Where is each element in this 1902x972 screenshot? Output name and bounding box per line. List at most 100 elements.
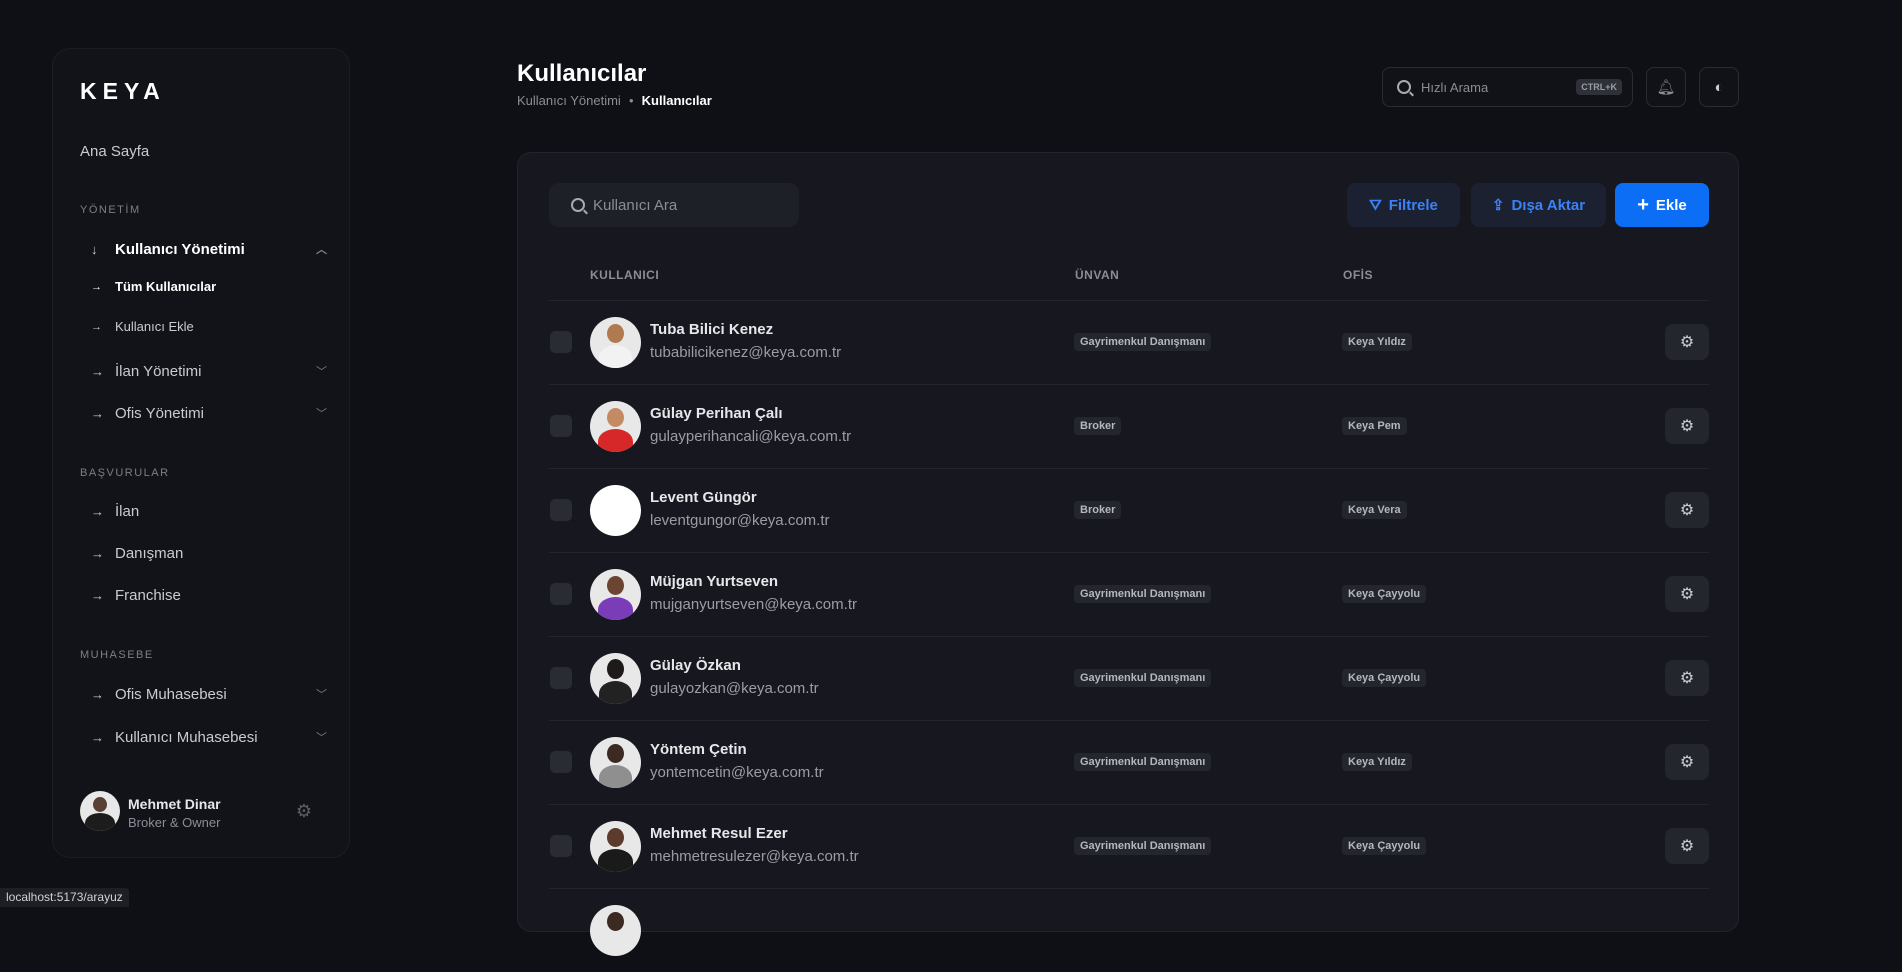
gear-icon: ⚙ bbox=[1679, 334, 1695, 351]
row-settings-button[interactable]: ⚙ bbox=[1665, 828, 1709, 864]
avatar bbox=[590, 737, 641, 788]
section-yonetim: YÖNETİM bbox=[80, 204, 141, 216]
row-settings-button[interactable]: ⚙ bbox=[1665, 492, 1709, 528]
sidebar-item-listing[interactable]: → İlan bbox=[91, 500, 331, 522]
sidebar-item-label: Ofis Muhasebesi bbox=[115, 685, 227, 703]
avatar bbox=[590, 485, 641, 536]
gear-icon: ⚙ bbox=[1679, 670, 1695, 687]
column-header-office[interactable]: OFİS bbox=[1343, 268, 1373, 282]
title-badge: Gayrimenkul Danışmanı bbox=[1074, 669, 1212, 687]
sidebar-item-add-user[interactable]: → Kullanıcı Ekle bbox=[91, 319, 194, 334]
filter-icon: ⛛ bbox=[1369, 196, 1382, 214]
theme-toggle-button[interactable]: ◐ bbox=[1699, 67, 1739, 107]
title-badge: Gayrimenkul Danışmanı bbox=[1074, 333, 1212, 351]
breadcrumb-parent[interactable]: Kullanıcı Yönetimi bbox=[517, 93, 621, 108]
office-badge: Keya Çayyolu bbox=[1342, 585, 1427, 603]
row-checkbox[interactable] bbox=[550, 751, 572, 773]
table-row[interactable]: Levent Güngör leventgungor@keya.com.tr B… bbox=[549, 468, 1709, 552]
table-row[interactable]: Gülay Özkan gulayozkan@keya.com.tr Gayri… bbox=[549, 636, 1709, 720]
row-checkbox[interactable] bbox=[550, 331, 572, 353]
chevron-down-icon: ﹀ bbox=[316, 689, 327, 701]
table-row[interactable]: Müjgan Yurtseven mujganyurtseven@keya.co… bbox=[549, 552, 1709, 636]
row-settings-button[interactable]: ⚙ bbox=[1665, 408, 1709, 444]
title-badge: Gayrimenkul Danışmanı bbox=[1074, 753, 1212, 771]
sidebar-item-label: Kullanıcı Ekle bbox=[115, 319, 194, 334]
row-settings-button[interactable]: ⚙ bbox=[1665, 324, 1709, 360]
users-card: Kullanıcı Ara ⛛ Filtrele ⇪ Dışa Aktar + … bbox=[517, 152, 1739, 956]
section-muhasebe: MUHASEBE bbox=[80, 649, 154, 661]
user-email: tubabilicikenez@keya.com.tr bbox=[650, 344, 842, 361]
sidebar-item-label: Kullanıcı Muhasebesi bbox=[115, 728, 258, 746]
office-badge: Keya Çayyolu bbox=[1342, 669, 1427, 687]
avatar bbox=[590, 653, 641, 704]
row-settings-button[interactable]: ⚙ bbox=[1665, 576, 1709, 612]
breadcrumb: Kullanıcı Yönetimi ● Kullanıcılar bbox=[517, 93, 712, 108]
quick-search-placeholder: Hızlı Arama bbox=[1421, 79, 1489, 95]
arrow-right-icon: → bbox=[91, 280, 102, 293]
sidebar-item-franchise[interactable]: → Franchise bbox=[91, 584, 331, 606]
sidebar-item-office-management[interactable]: → Ofis Yönetimi ﹀ bbox=[91, 402, 331, 424]
sidebar-item-consultant[interactable]: → Danışman bbox=[91, 542, 331, 564]
sidebar-item-home[interactable]: Ana Sayfa bbox=[80, 143, 149, 160]
export-label: Dışa Aktar bbox=[1511, 196, 1586, 214]
row-checkbox[interactable] bbox=[550, 583, 572, 605]
arrow-right-icon: → bbox=[91, 363, 104, 379]
add-button[interactable]: + Ekle bbox=[1615, 183, 1709, 227]
sidebar-item-all-users[interactable]: → Tüm Kullanıcılar bbox=[91, 279, 216, 294]
export-icon: ⇪ bbox=[1491, 197, 1505, 214]
row-checkbox[interactable] bbox=[550, 667, 572, 689]
sidebar-item-user-management[interactable]: ↓ Kullanıcı Yönetimi ︿ bbox=[91, 238, 331, 260]
table-row[interactable]: Gülay Perihan Çalı gulayperihancali@keya… bbox=[549, 384, 1709, 468]
office-badge: Keya Pem bbox=[1342, 417, 1407, 435]
shortcut-badge: CTRL+K bbox=[1576, 79, 1622, 95]
user-name: Mehmet Resul Ezer bbox=[650, 825, 788, 842]
row-checkbox[interactable] bbox=[550, 499, 572, 521]
user-email: mehmetresulezer@keya.com.tr bbox=[650, 848, 859, 865]
sidebar-item-listing-management[interactable]: → İlan Yönetimi ﹀ bbox=[91, 360, 331, 382]
brand-logo[interactable]: KEYA bbox=[80, 78, 166, 105]
search-icon bbox=[1397, 80, 1411, 94]
user-name: Tuba Bilici Kenez bbox=[650, 321, 774, 338]
gear-icon: ⚙ bbox=[1679, 418, 1695, 435]
filter-button[interactable]: ⛛ Filtrele bbox=[1347, 183, 1460, 227]
sidebar-item-label: İlan bbox=[115, 502, 140, 520]
user-search-input[interactable]: Kullanıcı Ara bbox=[549, 183, 799, 227]
row-checkbox[interactable] bbox=[550, 415, 572, 437]
table-row[interactable]: Yöntem Çetin yontemcetin@keya.com.tr Gay… bbox=[549, 720, 1709, 804]
gear-icon: ⚙ bbox=[1679, 502, 1695, 519]
office-badge: Keya Yıldız bbox=[1342, 753, 1412, 771]
plus-icon: + bbox=[1637, 193, 1649, 216]
table-row[interactable]: Mehmet Resul Ezer mehmetresulezer@keya.c… bbox=[549, 804, 1709, 888]
row-settings-button[interactable]: ⚙ bbox=[1665, 660, 1709, 696]
user-name: Gülay Perihan Çalı bbox=[650, 405, 783, 422]
table-row[interactable]: Tuba Bilici Kenez tubabilicikenez@keya.c… bbox=[549, 300, 1709, 384]
gear-icon: ⚙ bbox=[1679, 754, 1695, 771]
sidebar-item-user-accounting[interactable]: → Kullanıcı Muhasebesi ﹀ bbox=[91, 726, 331, 748]
user-profile[interactable]: Mehmet Dinar Broker & Owner ⚙ bbox=[80, 791, 330, 831]
user-name: Levent Güngör bbox=[650, 489, 757, 506]
chevron-down-icon: ﹀ bbox=[316, 366, 327, 378]
export-button[interactable]: ⇪ Dışa Aktar bbox=[1471, 183, 1606, 227]
settings-gear-icon[interactable]: ⚙ bbox=[296, 801, 312, 822]
user-email: gulayperihancali@keya.com.tr bbox=[650, 428, 852, 445]
user-email: mujganyurtseven@keya.com.tr bbox=[650, 596, 857, 613]
table-row[interactable] bbox=[549, 888, 1709, 972]
column-header-user[interactable]: KULLANICI bbox=[590, 268, 659, 282]
arrow-right-icon: → bbox=[91, 686, 104, 702]
column-header-title[interactable]: ÜNVAN bbox=[1075, 268, 1119, 282]
arrow-right-icon: → bbox=[91, 320, 102, 333]
notification-button[interactable]: 🔔︎ bbox=[1646, 67, 1686, 107]
quick-search-input[interactable]: Hızlı Arama CTRL+K bbox=[1382, 67, 1633, 107]
row-checkbox[interactable] bbox=[550, 835, 572, 857]
user-name: Yöntem Çetin bbox=[650, 741, 747, 758]
sidebar-item-office-accounting[interactable]: → Ofis Muhasebesi ﹀ bbox=[91, 683, 331, 705]
page-title: Kullanıcılar bbox=[517, 60, 647, 87]
row-settings-button[interactable]: ⚙ bbox=[1665, 744, 1709, 780]
status-bar-url: localhost:5173/arayuz bbox=[0, 888, 129, 907]
user-name: Müjgan Yurtseven bbox=[650, 573, 779, 590]
sidebar-item-label: Ofis Yönetimi bbox=[115, 404, 204, 422]
arrow-right-icon: → bbox=[91, 545, 104, 561]
sidebar: KEYA Ana Sayfa YÖNETİM ↓ Kullanıcı Yönet… bbox=[52, 48, 350, 858]
avatar bbox=[590, 317, 641, 368]
arrow-down-icon: ↓ bbox=[91, 241, 98, 257]
